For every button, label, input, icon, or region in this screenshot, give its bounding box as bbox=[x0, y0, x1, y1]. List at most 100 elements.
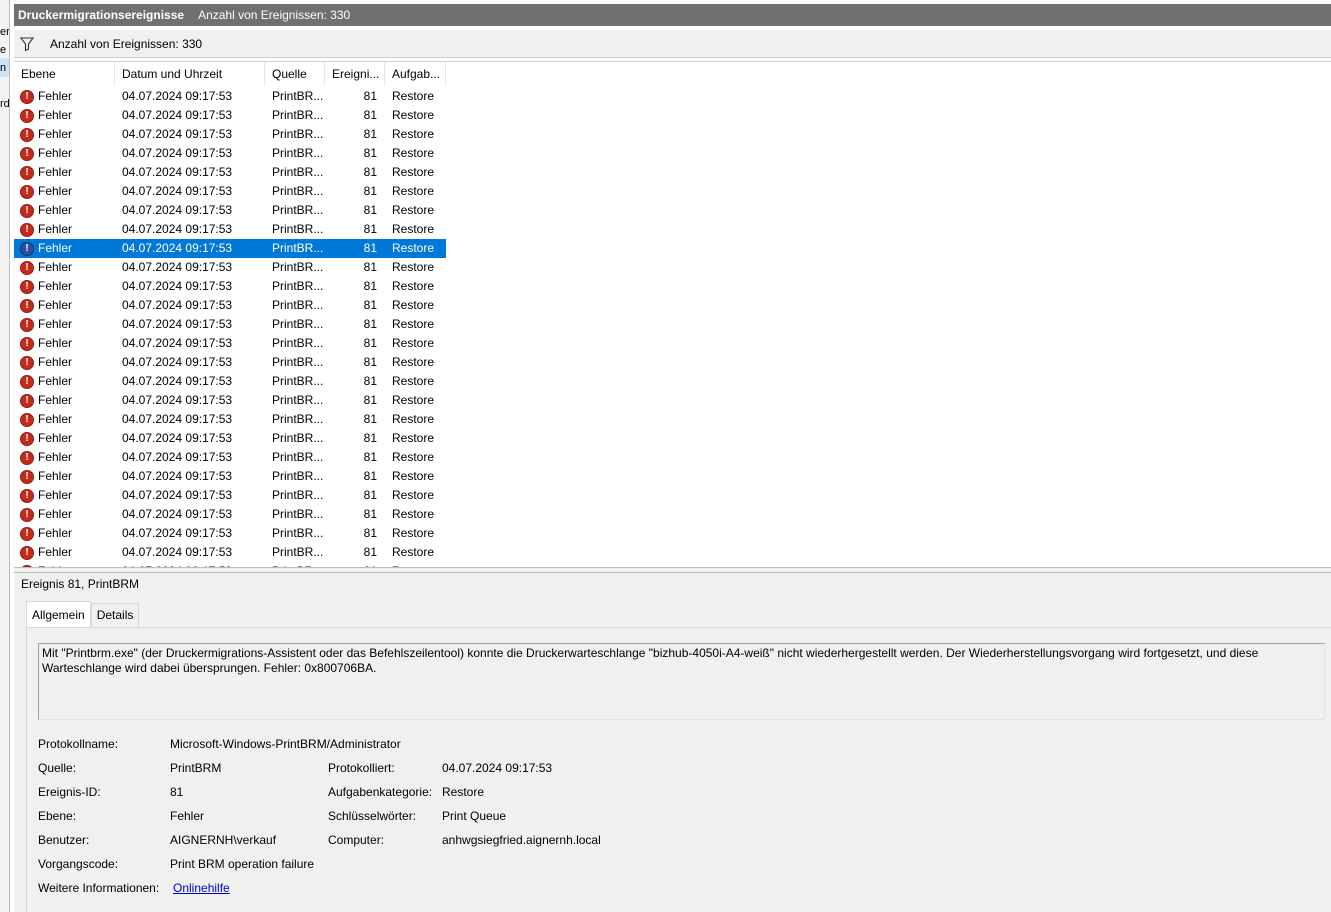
cell-level: ! Fehler bbox=[14, 277, 115, 296]
level-text: Fehler bbox=[38, 488, 73, 502]
table-row[interactable]: ! Fehler 04.07.2024 09:17:53 PrintBR... 81 Re… bbox=[14, 315, 446, 334]
cell-source: PrintBR... bbox=[272, 412, 324, 426]
cell-level: ! Fehler bbox=[14, 467, 115, 486]
table-row[interactable]: ! Fehler 04.07.2024 09:17:53 PrintBR... 81 Re… bbox=[14, 505, 446, 524]
table-row[interactable]: ! Fehler 04.07.2024 09:17:53 PrintBR... 81 Re… bbox=[14, 353, 446, 372]
error-icon: ! bbox=[20, 374, 34, 389]
cell-event-id: 81 bbox=[363, 298, 377, 312]
column-header-date[interactable]: Datum und Uhrzeit bbox=[115, 62, 265, 86]
table-row[interactable]: ! Fehler 04.07.2024 09:17:53 PrintBR... 81 Re… bbox=[14, 277, 446, 296]
cell-source: PrintBR... bbox=[272, 507, 324, 521]
table-row[interactable]: ! Fehler 04.07.2024 09:17:53 PrintBR... 81 Re… bbox=[14, 524, 446, 543]
table-row[interactable]: ! Fehler 04.07.2024 09:17:53 PrintBR... 81 Re… bbox=[14, 87, 446, 106]
navigation-tree-strip[interactable]: er e n rd bbox=[0, 0, 10, 912]
column-header-task[interactable]: Aufgab... bbox=[385, 62, 446, 86]
table-row[interactable]: ! Fehler 04.07.2024 09:17:53 PrintBR... 81 Re… bbox=[14, 296, 446, 315]
source-value: PrintBRM bbox=[170, 761, 222, 775]
level-text: Fehler bbox=[38, 526, 73, 540]
table-row[interactable]: ! Fehler 04.07.2024 09:17:53 PrintBR... 81 Re… bbox=[14, 125, 446, 144]
table-row[interactable]: ! Fehler 04.07.2024 09:17:53 PrintBR... 81 Re… bbox=[14, 201, 446, 220]
online-help-link[interactable]: Onlinehilfe bbox=[173, 881, 230, 895]
table-row[interactable]: ! Fehler 04.07.2024 09:17:53 PrintBR... 81 Re… bbox=[14, 182, 446, 201]
general-tab-body: Mit "Printbrm.exe" (der Druckermigration… bbox=[26, 627, 1331, 912]
cell-level: ! Fehler bbox=[14, 410, 115, 429]
event-id-label: Ereignis-ID: bbox=[38, 785, 101, 799]
error-icon: ! bbox=[20, 89, 34, 104]
cell-task: Restore bbox=[392, 374, 435, 388]
cell-source: PrintBR... bbox=[272, 336, 324, 350]
tab-details[interactable]: Details bbox=[90, 603, 140, 627]
table-row[interactable]: ! Fehler 04.07.2024 09:17:53 PrintBR... 81 Re… bbox=[14, 106, 446, 125]
level-text: Fehler bbox=[38, 393, 73, 407]
cell-date: 04.07.2024 09:17:53 bbox=[122, 412, 233, 426]
table-row[interactable]: ! Fehler 04.07.2024 09:17:53 PrintBR... 81 Re… bbox=[14, 429, 446, 448]
column-header-event-id[interactable]: Ereigni... bbox=[325, 62, 385, 86]
cell-level: ! Fehler bbox=[14, 239, 115, 258]
table-row[interactable]: ! Fehler 04.07.2024 09:17:53 PrintBR... 81 Re… bbox=[14, 258, 446, 277]
source-label: Quelle: bbox=[38, 761, 77, 775]
cell-task: Restore bbox=[392, 279, 435, 293]
cell-level: ! Fehler bbox=[14, 486, 115, 505]
cell-task: Restore bbox=[392, 431, 435, 445]
cell-date: 04.07.2024 09:17:53 bbox=[122, 450, 233, 464]
event-id-value: 81 bbox=[170, 785, 184, 799]
error-icon: ! bbox=[20, 108, 34, 123]
level-text: Fehler bbox=[38, 222, 73, 236]
level-text: Fehler bbox=[38, 450, 73, 464]
cell-date: 04.07.2024 09:17:53 bbox=[122, 469, 233, 483]
level-text: Fehler bbox=[38, 355, 73, 369]
error-icon: ! bbox=[20, 298, 34, 313]
cell-source: PrintBR... bbox=[272, 279, 324, 293]
user-label: Benutzer: bbox=[38, 833, 90, 847]
error-icon: ! bbox=[20, 317, 34, 332]
cell-event-id: 81 bbox=[363, 374, 377, 388]
table-row[interactable]: ! Fehler 04.07.2024 09:17:53 PrintBR... 81 Re… bbox=[14, 391, 446, 410]
table-row[interactable]: ! Fehler 04.07.2024 09:17:53 PrintBR... 81 Re… bbox=[14, 163, 446, 182]
cell-level: ! Fehler bbox=[14, 543, 115, 562]
filter-icon[interactable] bbox=[19, 36, 35, 52]
table-row[interactable]: ! Fehler 04.07.2024 09:17:53 PrintBR... 81 Re… bbox=[14, 372, 446, 391]
column-header-level[interactable]: Ebene bbox=[14, 62, 115, 86]
column-header-source[interactable]: Quelle bbox=[265, 62, 325, 86]
nav-fragment-4: rd bbox=[0, 98, 10, 110]
cell-source: PrintBR... bbox=[272, 355, 324, 369]
cell-event-id: 81 bbox=[363, 146, 377, 160]
user-value: AIGNERNH\verkauf bbox=[170, 833, 277, 847]
cell-task: Restore bbox=[392, 469, 435, 483]
more-info-label: Weitere Informationen: bbox=[38, 881, 160, 895]
opcode-value: Print BRM operation failure bbox=[170, 857, 315, 871]
cell-source: PrintBR... bbox=[272, 241, 324, 255]
cell-event-id: 81 bbox=[363, 222, 377, 236]
cell-task: Restore bbox=[392, 393, 435, 407]
event-message-box[interactable]: Mit "Printbrm.exe" (der Druckermigration… bbox=[38, 643, 1325, 720]
table-row[interactable]: ! Fehler 04.07.2024 09:17:53 PrintBR... 81 Re… bbox=[14, 220, 446, 239]
cell-event-id: 81 bbox=[363, 412, 377, 426]
table-row[interactable]: ! Fehler 04.07.2024 09:17:53 PrintBR... 81 Re… bbox=[14, 239, 446, 258]
error-icon: ! bbox=[20, 241, 34, 256]
cell-event-id: 81 bbox=[363, 127, 377, 141]
level-text: Fehler bbox=[38, 203, 73, 217]
table-row[interactable]: ! Fehler 04.07.2024 09:17:53 PrintBR... 81 Re… bbox=[14, 543, 446, 562]
level-text: Fehler bbox=[38, 108, 73, 122]
table-row[interactable]: ! Fehler 04.07.2024 09:17:53 PrintBR... 81 Re… bbox=[14, 334, 446, 353]
log-name-value: Microsoft-Windows-PrintBRM/Administrator bbox=[170, 737, 401, 751]
filter-bar: Anzahl von Ereignissen: 330 bbox=[14, 30, 1331, 58]
error-icon: ! bbox=[20, 279, 34, 294]
tab-general[interactable]: Allgemein bbox=[26, 601, 91, 627]
cell-level: ! Fehler bbox=[14, 505, 115, 524]
table-row[interactable]: ! Fehler 04.07.2024 09:17:53 PrintBR... 81 Re… bbox=[14, 486, 446, 505]
table-row[interactable]: ! Fehler 04.07.2024 09:17:53 PrintBR... 81 Re… bbox=[14, 410, 446, 429]
task-category-label: Aufgabenkategorie: bbox=[328, 785, 433, 799]
cell-source: PrintBR... bbox=[272, 526, 324, 540]
event-list[interactable]: Ebene Datum und Uhrzeit Quelle Ereigni..… bbox=[14, 61, 1331, 567]
table-row[interactable]: ! Fehler 04.07.2024 09:17:53 PrintBR... 81 Re… bbox=[14, 467, 446, 486]
cell-source: PrintBR... bbox=[272, 545, 324, 559]
cell-level: ! Fehler bbox=[14, 182, 115, 201]
table-row[interactable]: ! Fehler 04.07.2024 09:17:53 PrintBR... 81 Re… bbox=[14, 144, 446, 163]
level-text: Fehler bbox=[38, 279, 73, 293]
cell-source: PrintBR... bbox=[272, 89, 324, 103]
detail-tabs: Allgemein Details bbox=[26, 601, 140, 627]
table-row[interactable]: ! Fehler 04.07.2024 09:17:53 PrintBR... 81 Re… bbox=[14, 448, 446, 467]
error-icon: ! bbox=[20, 545, 34, 560]
event-viewer-main-pane: Druckermigrationsereignisse Anzahl von E… bbox=[14, 0, 1331, 912]
